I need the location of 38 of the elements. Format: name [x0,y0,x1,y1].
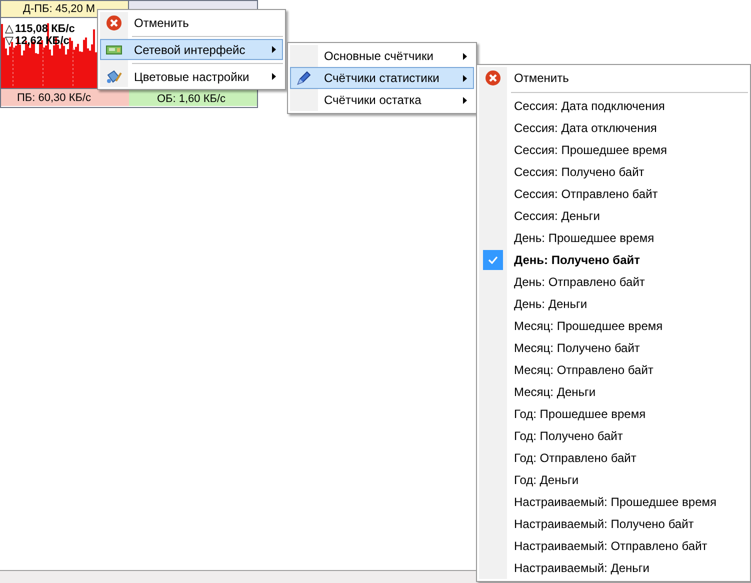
cancel-icon [485,70,501,86]
menu-item[interactable]: Месяц: Получено байт [479,337,748,359]
menu-item[interactable]: Сессия: Отправлено байт [479,183,748,205]
menu-item[interactable]: День: Получено байт [479,249,748,271]
menu-item[interactable]: Основные счётчики [290,45,474,67]
menu-item[interactable]: Год: Деньги [479,469,748,491]
menu-item[interactable]: День: Отправлено байт [479,271,748,293]
menu-item[interactable]: День: Деньги [479,293,748,315]
menu-item[interactable]: Счётчики статистики [290,67,474,89]
menu-item[interactable]: Месяц: Прошедшее время [479,315,748,337]
counter-text: ПБ: 60,30 КБ/с [17,91,92,106]
menu-item[interactable]: Месяц: Деньги [479,381,748,403]
menu-item[interactable]: Счётчики остатка [290,89,474,111]
menu-item[interactable]: Год: Прошедшее время [479,403,748,425]
menu-item[interactable]: День: Прошедшее время [479,227,748,249]
arrow-mark: △ [5,23,13,35]
menu-item[interactable]: Отменить [479,67,748,89]
menu-item[interactable]: Цветовые настройки [100,66,283,87]
menu-item[interactable]: Настраиваемый: Деньги [479,557,748,579]
menu-item[interactable]: Месяц: Отправлено байт [479,359,748,381]
counter-text: ОБ: 1,60 КБ/с [157,92,226,106]
menu-item[interactable]: Сессия: Получено байт [479,161,748,183]
menu-item[interactable]: Сессия: Дата подключения [479,95,748,117]
paint-bucket-icon [106,68,122,84]
counter-text: Д-ПБ: 45,20 М [23,2,96,17]
menu-item[interactable]: Сессия: Деньги [479,205,748,227]
menu-item[interactable]: Настраиваемый: Получено байт [479,513,748,535]
menu-item[interactable]: Сессия: Дата отключения [479,117,748,139]
menu-item[interactable]: Настраиваемый: Прошедшее время [479,491,748,513]
menu-item[interactable]: Сессия: Прошедшее время [479,139,748,161]
menu-item[interactable]: Отменить [100,12,283,33]
pencil-icon [296,70,312,86]
menu-item[interactable]: Сетевой интерфейс [100,39,283,60]
cancel-icon [106,14,122,30]
arrow-mark: ▽ [5,35,13,47]
menu-item[interactable]: Настраиваемый: Отправлено байт [479,535,748,557]
menu-item[interactable]: Год: Получено байт [479,425,748,447]
menu-item[interactable]: Год: Отправлено байт [479,447,748,469]
